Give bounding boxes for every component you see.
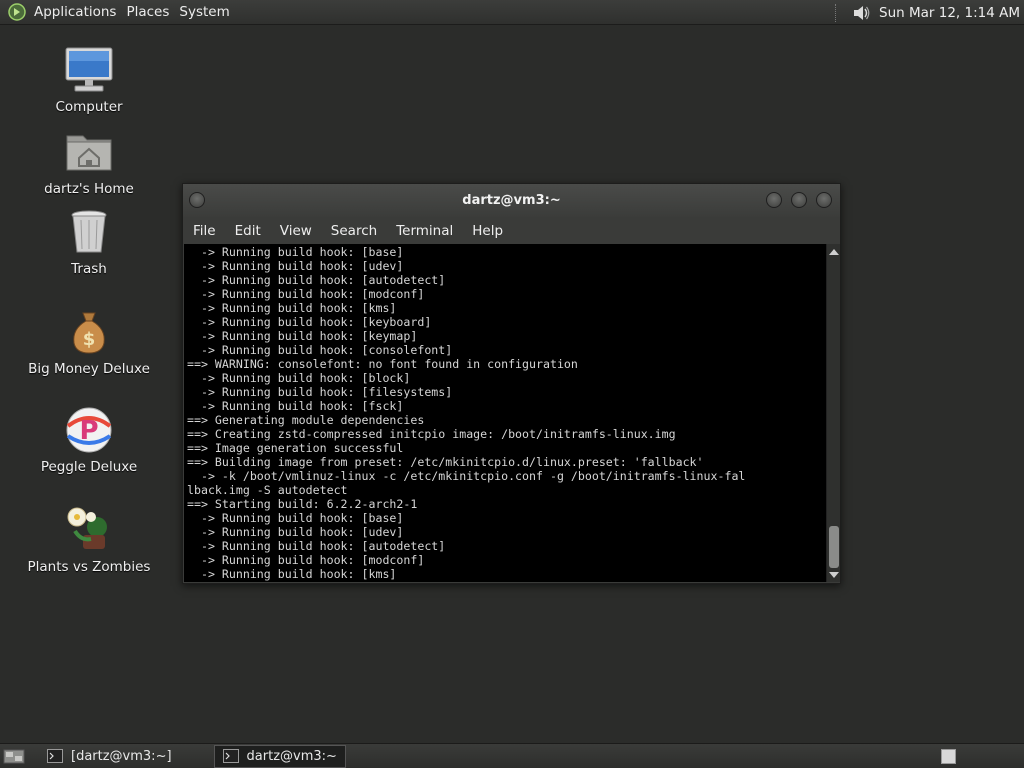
desktop-icon-label: Plants vs Zombies xyxy=(27,559,151,575)
applications-menu[interactable]: Applications xyxy=(34,4,124,20)
desktop-icon-pvz[interactable]: Plants vs Zombies xyxy=(24,505,154,575)
terminal-output[interactable]: -> Running build hook: [base] -> Running… xyxy=(184,244,826,582)
terminal-line: -> Running build hook: [fsck] xyxy=(187,399,404,413)
computer-icon xyxy=(65,47,113,92)
maximize-button[interactable] xyxy=(791,192,807,208)
terminal-line: lback.img -S autodetect xyxy=(187,483,348,497)
terminal-menubar: File Edit View Search Terminal Help xyxy=(183,217,840,244)
desktop-icon-label: Peggle Deluxe xyxy=(40,459,138,475)
show-desktop-icon[interactable] xyxy=(3,747,25,765)
trash-icon xyxy=(71,210,107,253)
svg-text:$: $ xyxy=(83,329,96,350)
window-menu-button[interactable] xyxy=(189,192,205,208)
menu-file[interactable]: File xyxy=(193,223,216,239)
terminal-line: ==> Creating zstd-compressed initcpio im… xyxy=(187,427,676,441)
terminal-line: -> Running build hook: [kms] xyxy=(187,301,397,315)
taskbar-item-label: [dartz@vm3:~] xyxy=(71,748,172,764)
menu-edit[interactable]: Edit xyxy=(235,223,261,239)
terminal-line: -> Running build hook: [udev] xyxy=(187,525,404,539)
terminal-line: ==> Image generation successful xyxy=(187,441,404,455)
terminal-line: -> Running build hook: [modconf] xyxy=(187,553,425,567)
terminal-line: ==> Starting build: 6.2.2-arch2-1 xyxy=(187,497,418,511)
terminal-line: -> Running build hook: [consolefont] xyxy=(187,343,453,357)
desktop-icon-big-money[interactable]: $ Big Money Deluxe xyxy=(24,307,154,377)
scroll-up-icon[interactable] xyxy=(829,249,839,255)
terminal-icon xyxy=(47,749,63,763)
home-folder-icon xyxy=(66,135,112,171)
scroll-down-icon[interactable] xyxy=(829,572,839,578)
terminal-line: -> Running build hook: [filesystems] xyxy=(187,385,453,399)
panel-separator xyxy=(835,3,837,22)
desktop-icon-label: Trash xyxy=(71,261,107,277)
menu-help[interactable]: Help xyxy=(472,223,503,239)
terminal-line: -> Running build hook: [keyboard] xyxy=(187,315,432,329)
terminal-line: -> Running build hook: [autodetect] xyxy=(187,273,446,287)
terminal-line: ==> Building image from preset: /etc/mki… xyxy=(187,455,704,469)
terminal-line: -> Running build hook: [base] xyxy=(187,511,404,525)
terminal-scrollbar[interactable] xyxy=(826,244,840,582)
clock[interactable]: Sun Mar 12, 1:14 AM xyxy=(879,5,1020,21)
menu-terminal[interactable]: Terminal xyxy=(396,223,453,239)
terminal-line: -> Running build hook: [udev] xyxy=(187,259,404,273)
terminal-line: -> Running build hook: [modconf] xyxy=(187,287,425,301)
svg-text:P: P xyxy=(79,416,98,446)
close-button[interactable] xyxy=(816,192,832,208)
window-title: dartz@vm3:~ xyxy=(462,193,561,208)
peggle-icon: P xyxy=(66,407,112,453)
volume-icon[interactable] xyxy=(851,3,871,23)
bottom-panel: [dartz@vm3:~] dartz@vm3:~ xyxy=(0,743,1024,768)
taskbar-item-active[interactable]: dartz@vm3:~ xyxy=(213,744,346,768)
scrollbar-thumb[interactable] xyxy=(829,526,839,568)
menu-view[interactable]: View xyxy=(280,223,312,239)
window-titlebar[interactable]: dartz@vm3:~ xyxy=(183,184,840,217)
terminal-line: -> Running build hook: [base] xyxy=(187,245,404,259)
workspace-switcher[interactable] xyxy=(941,749,956,764)
terminal-text: -> Running build hook: [base] -> Running… xyxy=(184,244,826,581)
taskbar-item[interactable]: [dartz@vm3:~] xyxy=(39,745,180,768)
desktop-icon-home[interactable]: dartz's Home xyxy=(24,127,154,197)
minimize-button[interactable] xyxy=(766,192,782,208)
taskbar-item-label: dartz@vm3:~ xyxy=(246,748,337,764)
plants-vs-zombies-icon xyxy=(67,507,107,549)
money-bag-icon: $ xyxy=(73,312,105,354)
desktop-icon-label: Big Money Deluxe xyxy=(28,361,150,377)
terminal-line: -> Running build hook: [kms] xyxy=(187,567,397,581)
system-menu[interactable]: System xyxy=(179,4,237,20)
terminal-window[interactable]: dartz@vm3:~ File Edit View Search Termin… xyxy=(182,183,841,584)
terminal-line: -> Running build hook: [autodetect] xyxy=(187,539,446,553)
terminal-line: ==> WARNING: consolefont: no font found … xyxy=(187,357,578,371)
places-menu[interactable]: Places xyxy=(126,4,177,20)
terminal-icon xyxy=(222,749,239,763)
desktop-icon-trash[interactable]: Trash xyxy=(24,207,154,277)
desktop-icon-label: Computer xyxy=(55,99,123,115)
distro-logo-icon[interactable] xyxy=(8,3,26,21)
terminal-line: -> Running build hook: [block] xyxy=(187,371,411,385)
terminal-line: -> -k /boot/vmlinuz-linux -c /etc/mkinit… xyxy=(187,469,746,483)
top-panel: Applications Places System Sun Mar 12, 1… xyxy=(0,0,1024,25)
terminal-line: -> Running build hook: [keymap] xyxy=(187,329,418,343)
desktop-icon-peggle[interactable]: P Peggle Deluxe xyxy=(24,405,154,475)
desktop-icon-label: dartz's Home xyxy=(44,181,134,197)
terminal-line: ==> Generating module dependencies xyxy=(187,413,425,427)
desktop-icon-computer[interactable]: Computer xyxy=(24,45,154,115)
menu-search[interactable]: Search xyxy=(331,223,377,239)
